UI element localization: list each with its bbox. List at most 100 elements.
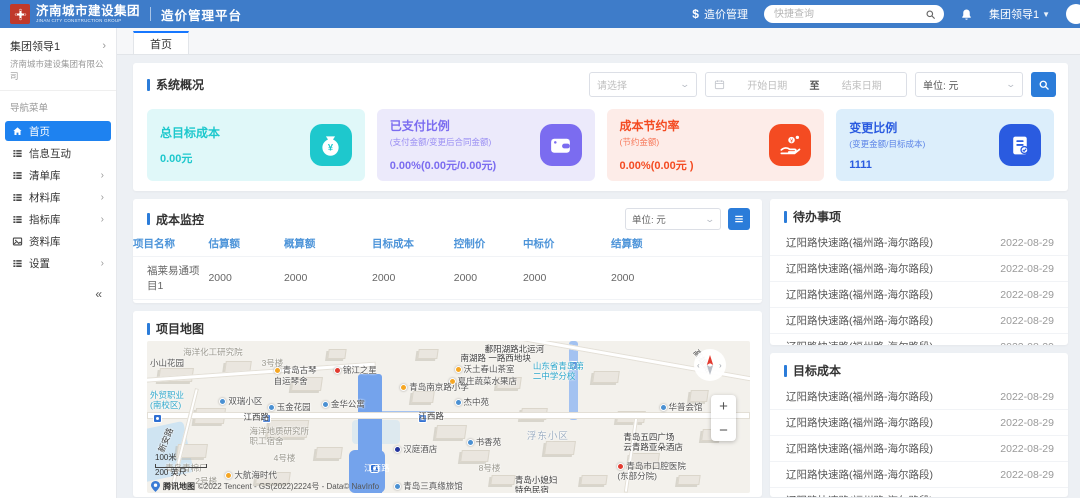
target-cost-item[interactable]: 辽阳路快速路(福州路-海尔路段) 2022-08-29 — [770, 384, 1068, 410]
quick-search-input[interactable] — [764, 5, 944, 23]
stat-card-subtitle: (节约金额) — [620, 136, 694, 148]
todo-item[interactable]: 辽阳路快速路(福州路-海尔路段) 2022-08-29 — [770, 256, 1068, 282]
search-icon[interactable] — [925, 9, 936, 20]
monitor-list-button[interactable] — [728, 208, 750, 230]
sidebar-company: 济南城市建设集团有限公司 — [10, 58, 106, 82]
tencent-map-logo-icon — [151, 481, 160, 492]
sidebar-item-label: 清单库 — [29, 168, 61, 183]
sidebar-item-label: 指标库 — [29, 212, 61, 227]
monitor-unit-select[interactable]: 单位: 元 ⌄ — [625, 208, 721, 230]
target-cost-panel: 目标成本 辽阳路快速路(福州路-海尔路段) 2022-08-29 辽阳路快速路(… — [770, 353, 1068, 497]
stat-card-icon — [540, 124, 582, 166]
stat-card-subtitle: (支付金额/变更后合同金额) — [390, 136, 496, 148]
project-map[interactable]: 海洋化工研究院 小山花园 3号楼 鄱阳湖路北运河 南湖路 一路西地块 山东省青岛… — [147, 341, 750, 493]
project-select[interactable]: 请选择 ⌄ — [589, 72, 697, 97]
menu-icon — [12, 126, 23, 137]
stat-card-value: 0.00元 — [160, 150, 220, 166]
cost-monitor-panel: 成本监控 单位: 元 ⌄ 项目名称估算额概算额目标成本控制价中标价结算额 — [133, 199, 762, 303]
nav-cost-management[interactable]: $ 造价管理 — [692, 6, 748, 22]
target-cost-item[interactable]: 辽阳路快速路(福州路-海尔路段) 2022-08-29 — [770, 488, 1068, 497]
avatar[interactable] — [1066, 4, 1080, 24]
map-label: 青岛南京路小学 — [400, 382, 469, 392]
map-label: 华普会馆 — [660, 402, 703, 412]
todo-panel: 待办事项 辽阳路快速路(福州路-海尔路段) 2022-08-29 辽阳路快速路(… — [770, 199, 1068, 345]
poi-marker-icon — [455, 366, 462, 373]
target-cost-item[interactable]: 辽阳路快速路(福州路-海尔路段) 2022-08-29 — [770, 410, 1068, 436]
tab-home[interactable]: 首页 — [133, 31, 189, 54]
poi-marker-icon — [455, 399, 462, 406]
table-header-cell: 目标成本 — [372, 232, 454, 257]
chevron-right-icon: › — [101, 258, 104, 269]
map-label: 外贸职业 (南校区) — [150, 390, 184, 410]
brand-divider — [150, 7, 151, 21]
target-cost-item[interactable]: 辽阳路快速路(福州路-海尔路段) 2022-08-29 — [770, 436, 1068, 462]
company-name-en: JINAN CITY CONSTRUCTION GROUP — [36, 19, 140, 24]
sidebar-item[interactable]: 信息互动 › — [5, 143, 111, 163]
todo-item[interactable]: 辽阳路快速路(福州路-海尔路段) 2022-08-29 — [770, 282, 1068, 308]
svg-text:‹: ‹ — [697, 361, 700, 370]
menu-icon — [12, 192, 23, 203]
user-menu[interactable]: 集团领导1 ▼ — [989, 6, 1050, 22]
app-header: 济南城市建设集团 JINAN CITY CONSTRUCTION GROUP 造… — [0, 0, 1080, 28]
map-label: 青岛小媳妇 特色民宿 — [515, 475, 558, 493]
todo-item[interactable]: 辽阳路快速路(福州路-海尔路段) 2022-08-29 — [770, 334, 1068, 345]
target-cost-item[interactable]: 辽阳路快速路(福州路-海尔路段) 2022-08-29 — [770, 462, 1068, 488]
sidebar-item-label: 信息互动 — [29, 146, 71, 161]
brand-block: 济南城市建设集团 JINAN CITY CONSTRUCTION GROUP 造… — [10, 4, 242, 24]
todo-item[interactable]: 辽阳路快速路(福州路-海尔路段) 2022-08-29 — [770, 308, 1068, 334]
sidebar-item[interactable]: 指标库 › — [5, 209, 111, 229]
target-cost-title: 目标成本 — [784, 362, 841, 379]
poi-marker-icon — [660, 404, 667, 411]
todo-item[interactable]: 辽阳路快速路(福州路-海尔路段) 2022-08-29 — [770, 230, 1068, 256]
stat-card-icon: ¥ — [310, 124, 352, 166]
sidebar-section-label: 导航菜单 — [0, 91, 116, 119]
compass-icon[interactable]: ‹› — [692, 347, 728, 386]
caret-down-icon: ▼ — [1042, 10, 1050, 19]
map-label: 玉金花园 — [268, 402, 311, 412]
search-button[interactable] — [1031, 72, 1056, 97]
sidebar-item[interactable]: 材料库 › — [5, 187, 111, 207]
company-logo-icon — [10, 4, 30, 24]
sidebar-user-block[interactable]: 集团领导1 › 济南城市建设集团有限公司 — [0, 28, 116, 91]
zoom-out-button[interactable]: − — [711, 418, 736, 441]
sidebar-item-label: 设置 — [29, 256, 50, 271]
map-label: 青岛五四广场 云青路亚朵酒店 — [623, 432, 683, 452]
monitor-title: 成本监控 — [147, 211, 204, 228]
system-overview-panel: 系统概况 请选择 ⌄ 开始日期 至 结束日期 — [133, 63, 1068, 191]
title-bar-accent — [784, 365, 787, 377]
map-label: 大航海时代 — [225, 470, 277, 480]
zoom-in-button[interactable]: + — [711, 395, 736, 418]
map-label: 江西路 — [364, 463, 390, 473]
sidebar-item[interactable]: 首页 › — [5, 121, 111, 141]
map-label: 江西路 — [243, 412, 269, 422]
sidebar-item[interactable]: 资料库 › — [5, 231, 111, 251]
sidebar-item[interactable]: 清单库 › — [5, 165, 111, 185]
poi-marker-icon — [219, 398, 226, 405]
table-header-cell: 估算额 — [208, 232, 283, 257]
sidebar-item[interactable]: 设置 › — [5, 253, 111, 273]
table-row[interactable]: 福莱易通项目12000 20002000 20002000 2000 — [133, 300, 762, 304]
map-title: 项目地图 — [147, 320, 204, 337]
start-date-placeholder: 开始日期 — [731, 77, 804, 92]
chevron-right-icon: › — [102, 40, 106, 52]
poi-marker-icon — [268, 404, 275, 411]
table-header-cell: 项目名称 — [133, 232, 208, 257]
poi-marker-icon — [467, 439, 474, 446]
poi-marker-icon — [394, 483, 401, 490]
map-label: 新安路 — [156, 427, 175, 454]
stat-card: 已支付比例 (支付金额/变更后合同金额) 0.00%(0.00元/0.00元) — [377, 109, 595, 181]
menu-icon — [12, 170, 23, 181]
map-label: 汉庭酒店 — [394, 444, 437, 454]
date-range-picker[interactable]: 开始日期 至 结束日期 — [705, 72, 907, 97]
stat-card: 成本节约率 (节约金额) 0.00%(0.00元 ) ¥ — [607, 109, 825, 181]
sidebar-collapse-button[interactable]: « — [0, 287, 116, 301]
unit-select[interactable]: 单位: 元 ⌄ — [915, 72, 1023, 97]
todo-list: 辽阳路快速路(福州路-海尔路段) 2022-08-29 辽阳路快速路(福州路-海… — [770, 230, 1068, 345]
poi-marker-icon — [225, 472, 232, 479]
table-row[interactable]: 福莱易通项目12000 20002000 20002000 2000 — [133, 257, 762, 300]
table-header-cell: 控制价 — [454, 232, 523, 257]
date-separator: 至 — [810, 77, 820, 92]
chevron-down-icon: ⌄ — [680, 79, 691, 90]
notification-bell-icon[interactable] — [960, 8, 973, 21]
poi-marker-icon — [617, 463, 624, 470]
